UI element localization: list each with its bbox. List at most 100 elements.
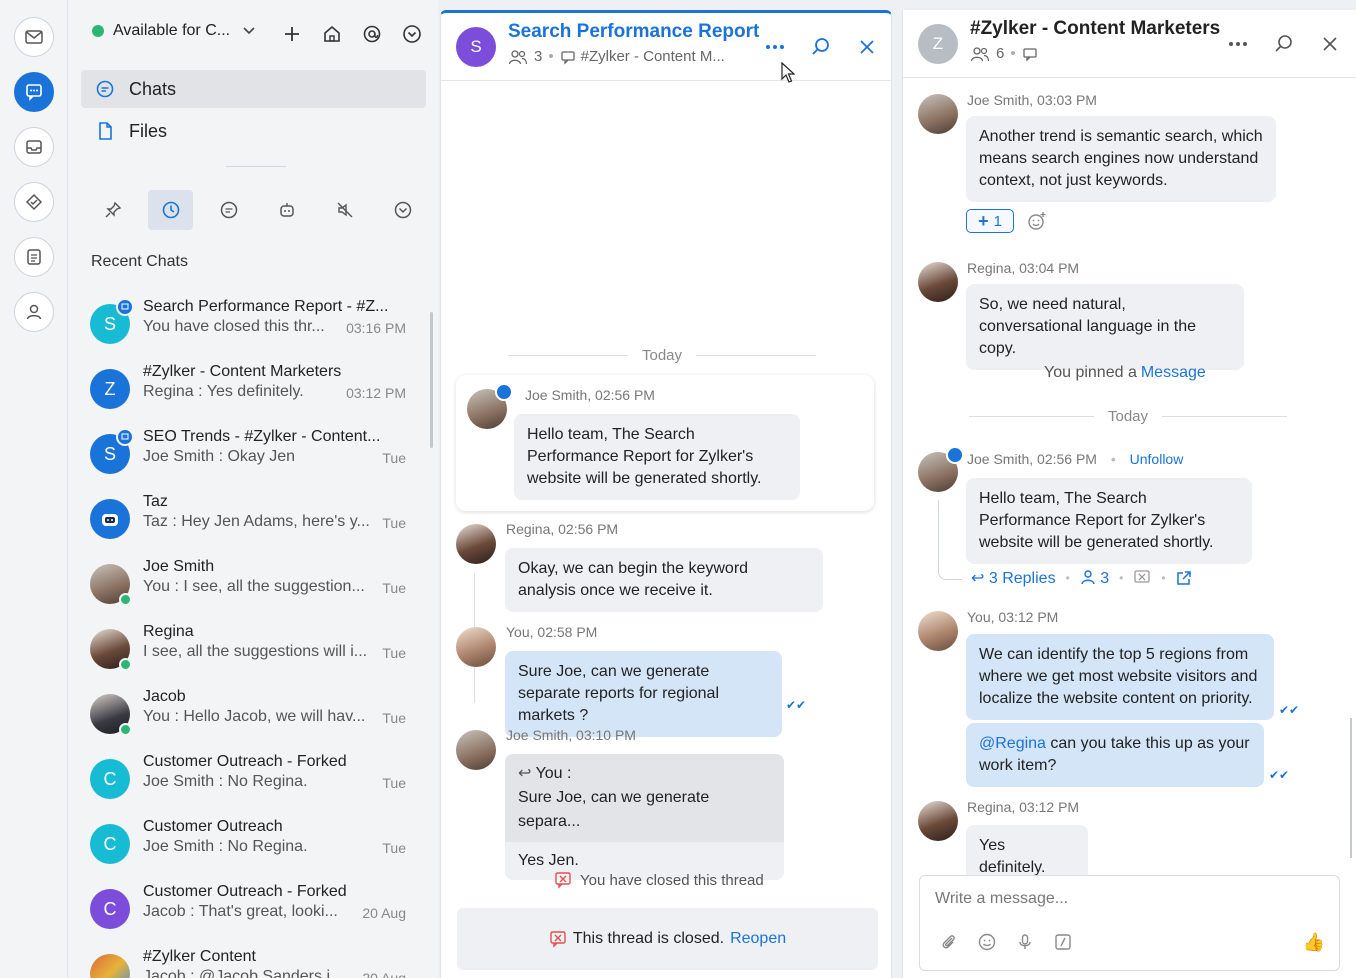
avatar [456,627,496,667]
recent-filter-icon[interactable] [148,190,193,230]
chat-item[interactable]: Z #Zylker - Content Marketers Regina : Y… [68,355,438,420]
chat-item[interactable]: S Search Performance Report - #Z... You … [68,290,438,355]
mail-icon[interactable] [14,17,54,57]
close-icon[interactable] [1318,32,1342,56]
chat-time: 20 Aug [362,970,406,978]
emoji-icon[interactable] [977,932,997,952]
channel-scrollbar[interactable] [1350,718,1352,858]
thread-participants[interactable]: 3 [1080,569,1109,588]
conversation-filter-icon[interactable] [206,190,251,230]
bot-filter-icon[interactable] [264,190,309,230]
avatar: Z [90,369,130,409]
thread-closed-bar: This thread is closed. Reopen [457,908,878,970]
chat-name: Customer Outreach [143,818,283,835]
mention-link[interactable]: @Regina [979,735,1046,752]
channel-panel: Z #Zylker - Content Marketers 6 • Joe Sm… [902,10,1356,978]
chat-item[interactable]: C Customer Outreach Joe Smith : No Regin… [68,810,438,875]
closed-thread-icon [550,931,566,948]
channel-header: Z #Zylker - Content Marketers 6 • [903,10,1356,78]
chat-time: Tue [382,450,406,466]
message-bubble: Okay, we can begin the keyword analysis … [505,548,823,612]
more-options-icon[interactable] [763,35,787,59]
tasks-icon[interactable] [14,182,54,222]
home-icon[interactable] [320,22,344,46]
message-input[interactable] [935,890,1315,908]
nav-chats[interactable]: Chats [81,70,426,108]
members-icon [508,49,528,64]
chat-item[interactable]: Joe Smith You : I see, all the suggestio… [68,550,438,615]
plus-one-icon: + [978,210,989,231]
channel-icon[interactable] [1022,46,1038,62]
divider [226,166,286,167]
avatar [918,801,958,841]
availability-status[interactable]: Available for C... [92,22,256,40]
more-filters-icon[interactable] [380,190,425,230]
nav-files[interactable]: Files [81,112,426,150]
member-count: 3 [534,48,543,65]
status-label: Available for C... [113,22,231,39]
chat-item[interactable]: C Customer Outreach - Forked Joe Smith :… [68,745,438,810]
chat-icon[interactable] [14,72,54,112]
parent-channel[interactable]: #Zylker - Content M... [581,48,725,65]
reopen-link[interactable]: Reopen [730,930,786,948]
quoted-message[interactable]: ↩ You : Sure Joe, can we generate separa… [505,754,784,842]
notes-icon[interactable] [14,237,54,277]
search-icon[interactable] [809,35,833,59]
chat-item[interactable]: Taz Taz : Hey Jen Adams, here's y... Tue [68,485,438,550]
chat-name: #Zylker - Content Marketers [143,363,342,380]
quote-author: You : [535,765,572,782]
online-indicator [119,593,132,606]
close-icon[interactable] [855,35,879,59]
more-options-icon[interactable] [1226,32,1250,56]
open-thread-icon[interactable] [1176,570,1192,586]
add-reaction-icon[interactable] [1027,211,1047,231]
closed-thread-icon [1134,570,1150,583]
thread-summary: ↩ 3 Replies • 3 • • [971,568,1192,588]
chat-item[interactable]: #Zylker Content Jacob : @Jacob Sanders i… [68,940,438,978]
chat-time: Tue [382,515,406,531]
pinned-message-link[interactable]: Message [1141,364,1206,382]
thread-title[interactable]: Search Performance Report [508,21,759,43]
closed-thread-icon [555,872,571,889]
channel-title[interactable]: #Zylker - Content Marketers [970,18,1220,40]
contacts-icon[interactable] [14,292,54,332]
chat-item[interactable]: Jacob You : Hello Jacob, we will hav... … [68,680,438,745]
mention-icon[interactable] [360,22,384,46]
slash-command-icon[interactable] [1053,932,1073,952]
replies-link[interactable]: ↩ 3 Replies [971,568,1056,588]
chat-name: Search Performance Report - #Z... [143,298,389,315]
status-dot [92,25,104,37]
avatar [90,694,132,736]
attachment-icon[interactable] [939,932,959,952]
more-circle-icon[interactable] [400,22,424,46]
nav-files-label: Files [129,120,168,141]
microphone-icon[interactable] [1015,932,1035,952]
chat-item[interactable]: C Customer Outreach - Forked Jacob : Tha… [68,875,438,940]
chat-preview: You : Hello Jacob, we will hav... [143,708,366,725]
add-icon[interactable] [280,22,304,46]
message-meta: You, 03:12 PM [967,609,1059,625]
reply-icon: ↩ [518,765,532,782]
avatar: S [90,298,134,344]
pin-filter-icon[interactable] [90,190,135,230]
unfollow-link[interactable]: Unfollow [1130,451,1184,467]
avatar [90,564,132,606]
app-rail [0,0,68,978]
chat-time: 03:12 PM [346,385,406,401]
chat-item[interactable]: Regina I see, all the suggestions will i… [68,615,438,680]
search-icon[interactable] [1272,32,1296,56]
avatar [90,954,130,978]
sidebar-scrollbar[interactable] [430,312,433,448]
inbox-icon[interactable] [14,127,54,167]
muted-filter-icon[interactable] [322,190,367,230]
recent-chats-heading: Recent Chats [91,253,188,270]
nav-chats-label: Chats [129,78,177,99]
reaction-count: 1 [993,212,1002,230]
chat-item[interactable]: S SEO Trends - #Zylker - Content... Joe … [68,420,438,485]
reaction-chip[interactable]: + 1 [966,209,1014,233]
message-meta: Regina, 03:04 PM [967,260,1080,276]
thumbs-up-icon[interactable]: 👍 [1303,932,1325,953]
member-count: 6 [996,45,1005,62]
thread-panel: S Search Performance Report 3 • #Zylker … [440,10,892,978]
chat-filters [90,190,425,230]
